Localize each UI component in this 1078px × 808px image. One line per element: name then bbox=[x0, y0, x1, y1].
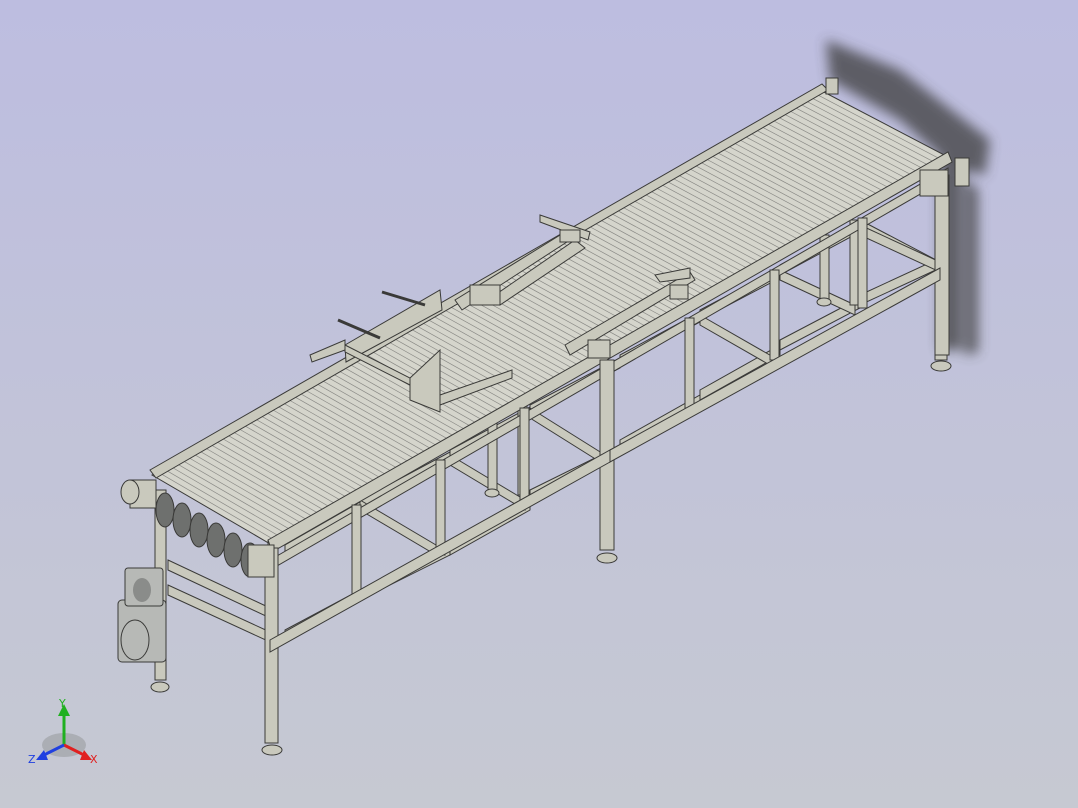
conveyor-model-view[interactable]: Y X Z bbox=[0, 0, 1078, 808]
z-axis-label: Z bbox=[28, 753, 36, 766]
drive-motor bbox=[117, 567, 167, 663]
y-axis-label: Y bbox=[58, 697, 66, 710]
cad-viewport[interactable]: Y X Z bbox=[0, 0, 1078, 808]
sprocket-icon bbox=[206, 522, 226, 558]
sprocket-icon bbox=[189, 512, 209, 548]
sprocket-icon bbox=[223, 532, 243, 568]
sprocket-icon bbox=[155, 492, 175, 528]
x-axis-label: X bbox=[90, 753, 98, 766]
sprocket-icon bbox=[172, 502, 192, 538]
